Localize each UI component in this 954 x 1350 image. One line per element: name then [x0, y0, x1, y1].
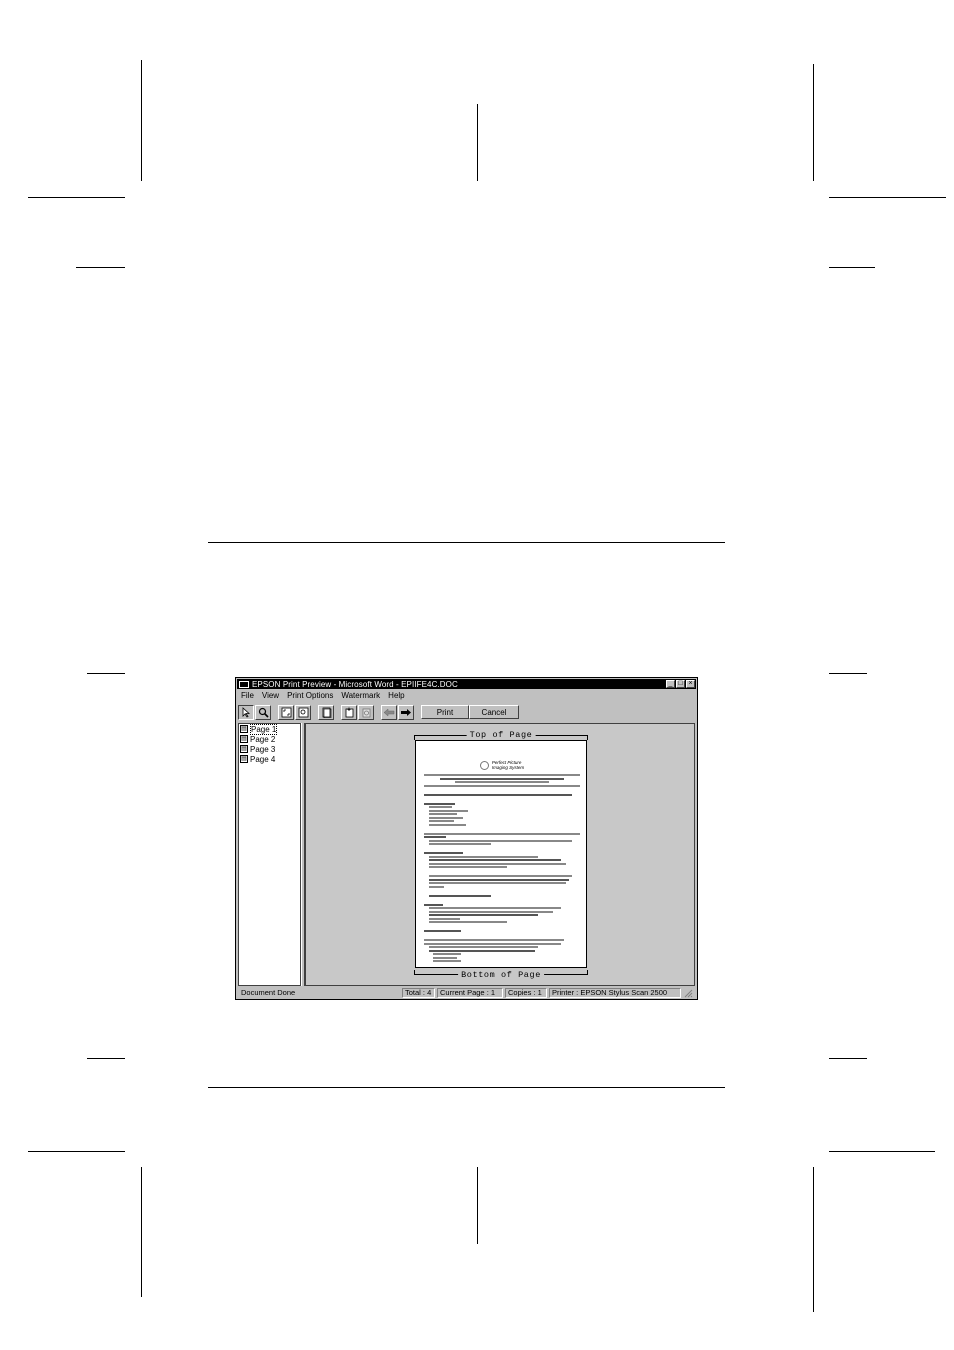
page-list: ▤ Page 1 ▤ Page 2 ▤ Page 3 ▤ Page 4: [238, 723, 301, 986]
menu-help[interactable]: Help: [388, 691, 404, 700]
margin-mark: [829, 673, 867, 674]
bottom-of-page-marker: Bottom of Page: [414, 970, 588, 980]
status-printer: Printer : EPSON Stylus Scan 2500: [549, 987, 681, 998]
crop-mark: [28, 1151, 125, 1152]
maximize-button[interactable]: □: [676, 680, 685, 688]
zoom-box-button[interactable]: [295, 704, 311, 720]
epson-logo: Perfect Picture Imaging System: [424, 760, 580, 770]
remove-page-icon: [362, 708, 370, 717]
menu-bar: File View Print Options Watermark Help: [238, 690, 405, 700]
resize-grip-icon[interactable]: [683, 988, 693, 998]
page-list-label: Page 4: [250, 754, 276, 764]
page-list-label: Page 2: [250, 734, 276, 744]
add-page-button[interactable]: [341, 704, 357, 720]
page-preview[interactable]: Perfect Picture Imaging System: [415, 740, 587, 968]
zoom-tool-button[interactable]: [255, 704, 271, 720]
crop-mark: [141, 60, 142, 181]
zoom-box-icon: [298, 707, 308, 717]
margin-mark: [87, 673, 125, 674]
page-list-item[interactable]: ▤ Page 3: [239, 744, 300, 754]
logo-text: Imaging System: [491, 764, 525, 770]
page-thumbnail-icon: ▤: [240, 725, 248, 733]
status-current-page: Current Page : 1: [437, 987, 503, 998]
section-rule: [208, 542, 725, 543]
margin-mark: [829, 1058, 867, 1059]
arrow-pointer-icon: [242, 706, 251, 718]
top-of-page-label: Top of Page: [466, 730, 536, 740]
next-page-button[interactable]: [398, 704, 414, 720]
status-bar: Document Done Total : 4 Current Page : 1…: [238, 987, 695, 998]
margin-mark: [76, 267, 125, 268]
page-icon: [322, 707, 331, 718]
title-bar[interactable]: EPSON Print Preview - Microsoft Word - E…: [237, 679, 696, 689]
minimize-button[interactable]: _: [666, 680, 675, 688]
crop-mark: [829, 1151, 935, 1152]
print-preview-window: EPSON Print Preview - Microsoft Word - E…: [235, 677, 698, 1000]
page-thumbnail-icon: ▤: [240, 745, 248, 753]
toolbar: Print Cancel: [238, 703, 695, 721]
page-thumbnail-icon: ▤: [240, 735, 248, 743]
forward-arrow-icon: [401, 708, 411, 716]
page-list-label: Page 3: [250, 744, 276, 754]
menu-watermark[interactable]: Watermark: [341, 691, 380, 700]
back-arrow-icon: [383, 707, 395, 717]
crop-mark: [813, 64, 814, 181]
fit-page-icon: [281, 707, 291, 717]
page-list-item[interactable]: ▤ Page 1: [239, 723, 300, 735]
crop-mark: [829, 197, 946, 198]
window-menu-icon[interactable]: [239, 680, 249, 688]
page-thumbnail-icon: ▤: [240, 755, 248, 763]
status-message: Document Done: [241, 988, 296, 997]
select-tool-button[interactable]: [238, 704, 254, 720]
menu-file[interactable]: File: [241, 691, 254, 700]
magnifier-icon: [258, 707, 269, 718]
menu-view[interactable]: View: [262, 691, 279, 700]
crop-mark: [813, 1167, 814, 1312]
add-page-icon: [345, 707, 353, 717]
window-title: EPSON Print Preview - Microsoft Word - E…: [252, 679, 458, 689]
margin-mark: [87, 1058, 125, 1059]
preview-body: ▤ Page 1 ▤ Page 2 ▤ Page 3 ▤ Page 4 Top …: [238, 723, 695, 986]
section-rule: [208, 1087, 725, 1088]
page-list-item[interactable]: ▤ Page 4: [239, 754, 300, 764]
close-button[interactable]: ×: [686, 680, 695, 688]
status-total: Total : 4: [402, 987, 435, 998]
page-list-item[interactable]: ▤ Page 2: [239, 734, 300, 744]
menu-print-options[interactable]: Print Options: [287, 691, 333, 700]
remove-page-button[interactable]: [358, 704, 374, 720]
cancel-button[interactable]: Cancel: [469, 705, 519, 719]
top-of-page-marker: Top of Page: [414, 730, 588, 740]
bottom-of-page-label: Bottom of Page: [458, 970, 544, 980]
previous-page-button[interactable]: [381, 704, 397, 720]
crop-mark: [477, 104, 478, 181]
crop-mark: [28, 197, 125, 198]
logo-ring-icon: [479, 761, 489, 770]
print-button[interactable]: Print: [421, 705, 469, 719]
margin-mark: [829, 267, 875, 268]
crop-mark: [477, 1167, 478, 1244]
status-copies: Copies : 1: [505, 987, 547, 998]
fit-page-button[interactable]: [278, 704, 294, 720]
document-thumbnail: Perfect Picture Imaging System: [424, 760, 580, 964]
full-page-button[interactable]: [318, 704, 334, 720]
crop-mark: [141, 1167, 142, 1297]
preview-area[interactable]: Top of Page Perfect Picture Imaging Syste…: [305, 723, 695, 986]
page-list-label: Page 1: [250, 723, 278, 735]
